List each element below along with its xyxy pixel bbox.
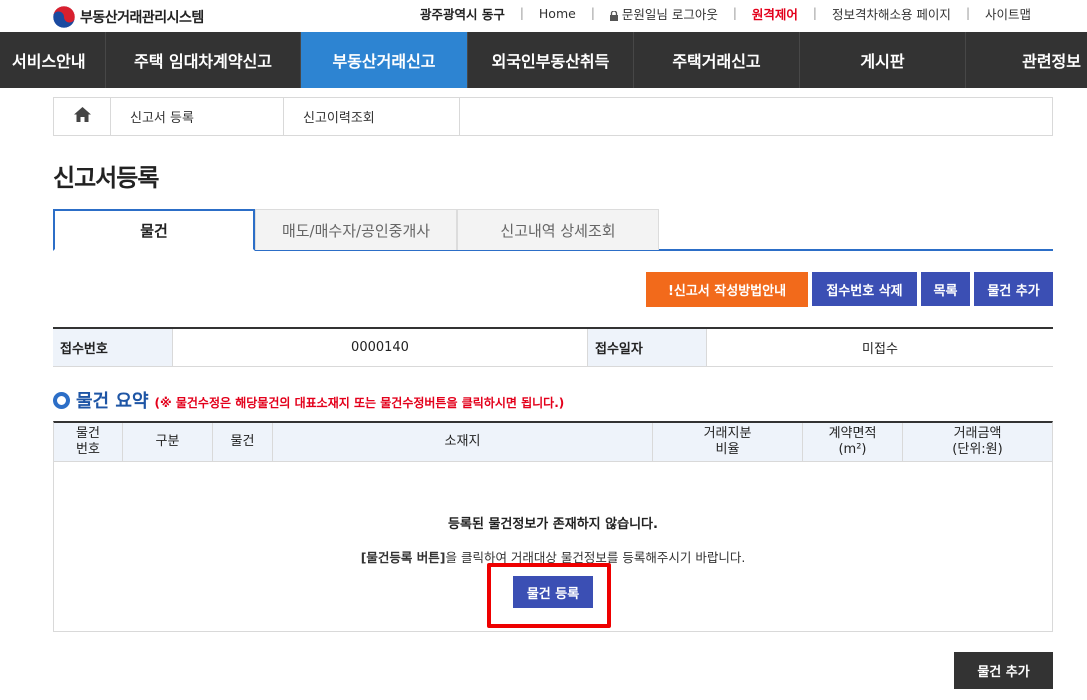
- col-line: 거래지분: [703, 426, 752, 441]
- breadcrumb-report-history[interactable]: 신고이력조회: [284, 98, 460, 135]
- receipt-date-value: 미접수: [862, 342, 898, 357]
- col-contract-area: 계약면적 (m²): [803, 423, 903, 461]
- circle-bullet-icon: [53, 391, 70, 409]
- logo-text: 부동산거래관리시스템: [80, 10, 204, 26]
- home-button[interactable]: [54, 98, 111, 135]
- divider: |: [519, 6, 524, 20]
- breadcrumb-report-register[interactable]: 신고서 등록: [111, 98, 284, 135]
- lock-icon: [609, 9, 618, 21]
- utility-links: 광주광역시 동구 | Home | 문원일님 로그아웃 | 원격제어 | 정보격…: [416, 4, 1035, 22]
- nav-service-info[interactable]: 서비스안내: [0, 32, 106, 88]
- empty-guide-bold: [물건등록 버튼]: [360, 550, 446, 565]
- col-line: 비율: [715, 442, 740, 457]
- site-logo[interactable]: 부동산거래관리시스템: [52, 5, 204, 29]
- main-navigation: 서비스안내 주택 임대차계약신고 부동산거래신고 외국인부동산취득 주택거래신고…: [0, 32, 1087, 88]
- col-property-number: 물건 번호: [54, 423, 123, 461]
- tab-report-detail[interactable]: 신고내역 상세조회: [457, 209, 659, 250]
- col-transaction-amount: 거래금액 (단위:원): [903, 423, 1052, 461]
- col-location: 소재지: [273, 423, 653, 461]
- empty-guide: [물건등록 버튼]을 클릭하여 거래대상 물건정보를 등록해주시기 바랍니다.: [54, 547, 1052, 566]
- bottom-add-property-button[interactable]: 물건 추가: [954, 652, 1053, 689]
- page-title: 신고서등록: [53, 164, 159, 192]
- property-table: 물건 번호 구분 물건 소재지 거래지분 비율 계약면적 (m²) 거래금액 (단위:원…: [53, 421, 1053, 632]
- action-buttons: !신고서 작성방법안내 접수번호 삭제 목록 물건 추가: [646, 272, 1053, 307]
- nav-related-info[interactable]: 관련정보: [966, 32, 1087, 88]
- logout-link[interactable]: 문원일님 로그아웃: [606, 4, 722, 23]
- list-button[interactable]: 목록: [921, 272, 970, 306]
- receipt-info-table: 접수번호 0000140 접수일자 미접수: [53, 327, 1053, 367]
- col-line: 계약면적: [828, 426, 877, 441]
- nav-real-estate-report[interactable]: 부동산거래신고: [301, 32, 468, 88]
- empty-guide-text: 을 클릭하여 거래대상 물건정보를 등록해주시기 바랍니다.: [445, 550, 746, 565]
- accessibility-page-link[interactable]: 정보격차해소용 페이지: [828, 4, 955, 23]
- sitemap-link[interactable]: 사이트맵: [981, 4, 1035, 23]
- summary-note: (※ 물건수정은 해당물건의 대표소재지 또는 물건수정버튼을 클릭하시면 됩니…: [154, 395, 565, 410]
- delete-receipt-button[interactable]: 접수번호 삭제: [812, 272, 917, 306]
- top-utility-bar: 부동산거래관리시스템 광주광역시 동구 | Home | 문원일님 로그아웃 |…: [0, 0, 1087, 32]
- report-guide-button[interactable]: !신고서 작성방법안내: [646, 272, 808, 307]
- nav-foreigner-acquisition[interactable]: 외국인부동산취득: [468, 32, 634, 88]
- tab-property[interactable]: 물건: [53, 209, 255, 251]
- summary-title: 물건 요약: [76, 391, 149, 412]
- col-line: 거래금액: [953, 426, 1002, 441]
- nav-board[interactable]: 게시판: [800, 32, 966, 88]
- receipt-number-label: 접수번호: [53, 329, 173, 366]
- receipt-date-label: 접수일자: [588, 329, 707, 366]
- col-line: (단위:원): [952, 442, 1003, 457]
- add-property-button[interactable]: 물건 추가: [974, 272, 1053, 306]
- divider: |: [590, 6, 595, 20]
- taegeuk-logo-icon: [52, 5, 76, 29]
- divider: |: [732, 6, 737, 20]
- col-line: (m²): [838, 442, 867, 457]
- divider: |: [965, 6, 970, 20]
- tab-parties[interactable]: 매도/매수자/공인중개사: [255, 209, 457, 250]
- property-table-header: 물건 번호 구분 물건 소재지 거래지분 비율 계약면적 (m²) 거래금액 (단위:원…: [54, 423, 1052, 462]
- home-icon: [73, 107, 91, 126]
- tab-bar: 물건 매도/매수자/공인중개사 신고내역 상세조회: [53, 209, 1053, 251]
- region-label: 광주광역시 동구: [419, 6, 505, 22]
- col-category: 구분: [123, 423, 213, 461]
- property-summary-heading: 물건 요약 (※ 물건수정은 해당물건의 대표소재지 또는 물건수정버튼을 클릭…: [53, 387, 564, 413]
- empty-message: 등록된 물건정보가 존재하지 않습니다.: [448, 517, 658, 532]
- logout-label: 문원일님 로그아웃: [621, 6, 718, 22]
- nav-rental-report[interactable]: 주택 임대차계약신고: [106, 32, 301, 88]
- divider: |: [812, 6, 817, 20]
- breadcrumb: 신고서 등록 신고이력조회: [53, 97, 1053, 136]
- home-link[interactable]: Home: [535, 6, 580, 21]
- col-property: 물건: [213, 423, 273, 461]
- remote-control-link[interactable]: 원격제어: [748, 4, 802, 23]
- col-share-ratio: 거래지분 비율: [653, 423, 803, 461]
- nav-housing-transaction[interactable]: 주택거래신고: [634, 32, 800, 88]
- col-line: 번호: [76, 442, 100, 457]
- register-property-button[interactable]: 물건 등록: [513, 576, 593, 608]
- col-line: 물건: [76, 426, 100, 441]
- receipt-number-value: 0000140: [173, 329, 588, 366]
